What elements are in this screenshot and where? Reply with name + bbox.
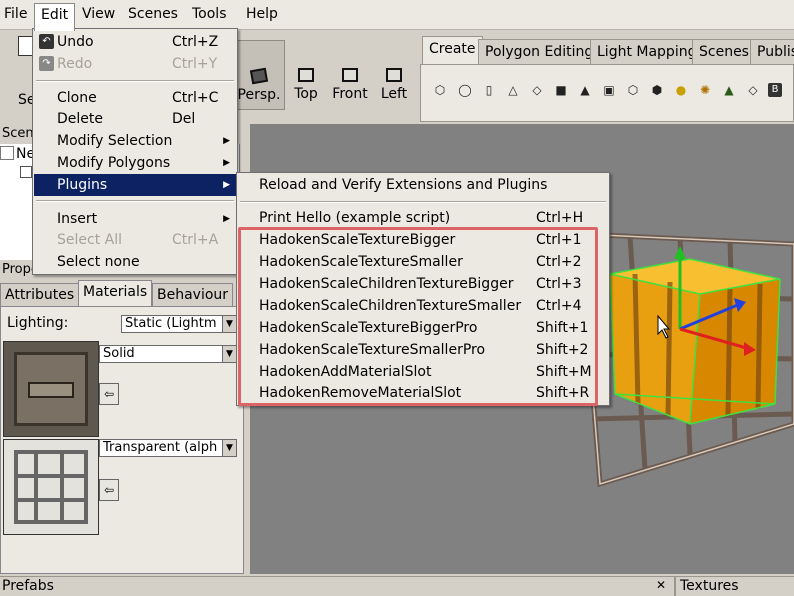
submenu-arrow-icon: ▶ [223, 180, 230, 190]
properties-tabs: Attributes Materials Behaviour [0, 280, 244, 306]
redo-icon: ↷ [39, 56, 54, 71]
lighting-label: Lighting: [7, 315, 69, 331]
chevron-down-icon: ▼ [222, 440, 236, 456]
menu-item-undo[interactable]: ↶ Undo Ctrl+Z [34, 31, 236, 53]
menu-separator [36, 80, 234, 82]
menu-item-clone[interactable]: Clone Ctrl+C [34, 87, 236, 109]
billboard-icon[interactable]: ▣ [602, 83, 616, 97]
menu-item-modify-selection[interactable]: Modify Selection ▶ [34, 130, 236, 152]
plugin-item-reload[interactable]: Reload and Verify Extensions and Plugins [238, 174, 608, 196]
tab-scenes[interactable]: Scenes [692, 39, 756, 64]
view-persp-button[interactable]: Persp. [233, 40, 285, 110]
submenu-arrow-icon: ▶ [223, 214, 230, 224]
menu-view[interactable]: View [82, 6, 115, 22]
materials-panel: Lighting: Static (Lightm ▼ Solid ▼ ⇦ Trans… [0, 306, 244, 574]
cube-icon[interactable]: ⬡ [433, 83, 447, 97]
plugin-item-scale-children-bigger[interactable]: HadokenScaleChildrenTextureBigger Ctrl+3 [238, 273, 608, 295]
tab-behaviour[interactable]: Behaviour [152, 283, 234, 306]
tree-node-icon[interactable] [0, 146, 14, 160]
plugin-item-scale-texture-bigger[interactable]: HadokenScaleTextureBigger Ctrl+1 [238, 229, 608, 251]
create-tools-row: ⬡ ◯ ▯ △ ◇ ■ ▲ ▣ ⬡ ⬢ ● ✺ ▲ ◇ B [420, 64, 794, 122]
mesh-icon[interactable]: ⬡ [626, 83, 640, 97]
tab-polygon-editing[interactable]: Polygon Editing [478, 39, 601, 64]
plugin-item-scale-children-smaller[interactable]: HadokenScaleChildrenTextureSmaller Ctrl+… [238, 295, 608, 317]
mesh-node-icon[interactable] [20, 166, 32, 178]
particle-icon[interactable]: ✺ [698, 83, 712, 97]
cone-icon[interactable]: △ [506, 83, 520, 97]
box-icon[interactable]: ⬢ [650, 83, 664, 97]
menu-item-select-all: Select All Ctrl+A [57, 232, 219, 248]
left-view-icon [386, 68, 402, 82]
undo-icon: ↶ [39, 34, 54, 49]
prefabs-panel-label: Prefabs [2, 578, 54, 594]
view-front-button[interactable]: Front [328, 40, 372, 110]
sphere-icon[interactable]: ◯ [458, 83, 472, 97]
menu-item-plugins[interactable]: Plugins ▶ [34, 174, 236, 196]
plugin-item-scale-texture-smaller[interactable]: HadokenScaleTextureSmaller Ctrl+2 [238, 251, 608, 273]
tab-light-mapping[interactable]: Light Mapping [590, 39, 704, 64]
menu-item-insert[interactable]: Insert ▶ [34, 208, 236, 230]
front-view-icon [342, 68, 358, 82]
menu-separator [36, 200, 234, 202]
plugin-item-print-hello[interactable]: Print Hello (example script) Ctrl+H [238, 207, 608, 229]
menu-scenes[interactable]: Scenes [128, 6, 178, 22]
edit-menu-dropdown: ↶ Undo Ctrl+Z ↷ Redo Ctrl+Y Clone Ctrl+C… [32, 28, 238, 275]
material2-mode-select[interactable]: Transparent (alph ▼ [99, 439, 237, 457]
menu-item-modify-polygons[interactable]: Modify Polygons ▶ [34, 152, 236, 174]
cylinder-icon[interactable]: ▯ [482, 83, 496, 97]
menu-help[interactable]: Help [246, 6, 278, 22]
menu-item-select-none[interactable]: Select none [34, 251, 236, 273]
material1-pick-button[interactable]: ⇦ [99, 383, 119, 405]
bottom-dock: Prefabs ✕ Textures [0, 576, 794, 596]
tree-icon[interactable]: ▲ [722, 83, 736, 97]
close-icon[interactable]: ✕ [656, 578, 666, 592]
material2-pick-button[interactable]: ⇦ [99, 479, 119, 501]
tab-materials[interactable]: Materials [78, 280, 153, 306]
b-icon[interactable]: B [768, 83, 782, 97]
menu-item-delete[interactable]: Delete Del [34, 108, 236, 130]
chevron-down-icon: ▼ [222, 316, 236, 332]
plugin-item-add-material-slot[interactable]: HadokenAddMaterialSlot Shift+M [238, 361, 608, 383]
material1-mode-select[interactable]: Solid ▼ [99, 345, 237, 363]
lighting-select[interactable]: Static (Lightm ▼ [121, 315, 237, 333]
plugin-item-remove-material-slot[interactable]: HadokenRemoveMaterialSlot Shift+R [238, 382, 608, 404]
textures-panel-label: Textures [680, 578, 739, 594]
panel-divider [674, 577, 676, 596]
water-icon[interactable]: ◇ [746, 83, 760, 97]
plane-icon[interactable]: ◇ [530, 83, 544, 97]
menu-separator [240, 201, 606, 203]
plugins-submenu: Reload and Verify Extensions and Plugins… [236, 172, 610, 406]
menu-tools[interactable]: Tools [192, 6, 227, 22]
menu-file[interactable]: File [4, 6, 27, 22]
top-view-icon [298, 68, 314, 82]
plugin-item-scale-smaller-pro[interactable]: HadokenScaleTextureSmallerPro Shift+2 [238, 339, 608, 361]
view-top-button[interactable]: Top [284, 40, 328, 110]
submenu-arrow-icon: ▶ [223, 158, 230, 168]
menu-item-redo: ↷ Redo Ctrl+Y [34, 53, 236, 75]
chevron-down-icon: ▼ [222, 346, 236, 362]
tool-tabs: Create Polygon Editing Light Mapping Sce… [420, 36, 794, 64]
camera-icon[interactable]: ■ [554, 83, 568, 97]
perspective-icon [249, 67, 269, 85]
menu-bar: File Edit View Scenes Tools Help [0, 0, 794, 31]
submenu-arrow-icon: ▶ [223, 136, 230, 146]
material-thumbnail-metal[interactable] [3, 341, 99, 437]
menu-edit[interactable]: Edit [34, 3, 76, 31]
tab-publish[interactable]: Publis [750, 39, 794, 64]
light-icon[interactable]: ● [674, 83, 688, 97]
material-thumbnail-window[interactable] [3, 439, 99, 535]
plugin-item-scale-bigger-pro[interactable]: HadokenScaleTextureBiggerPro Shift+1 [238, 317, 608, 339]
tab-create[interactable]: Create [422, 36, 483, 64]
view-left-button[interactable]: Left [372, 40, 416, 110]
tab-attributes[interactable]: Attributes [0, 283, 80, 306]
terrain-icon[interactable]: ▲ [578, 83, 592, 97]
